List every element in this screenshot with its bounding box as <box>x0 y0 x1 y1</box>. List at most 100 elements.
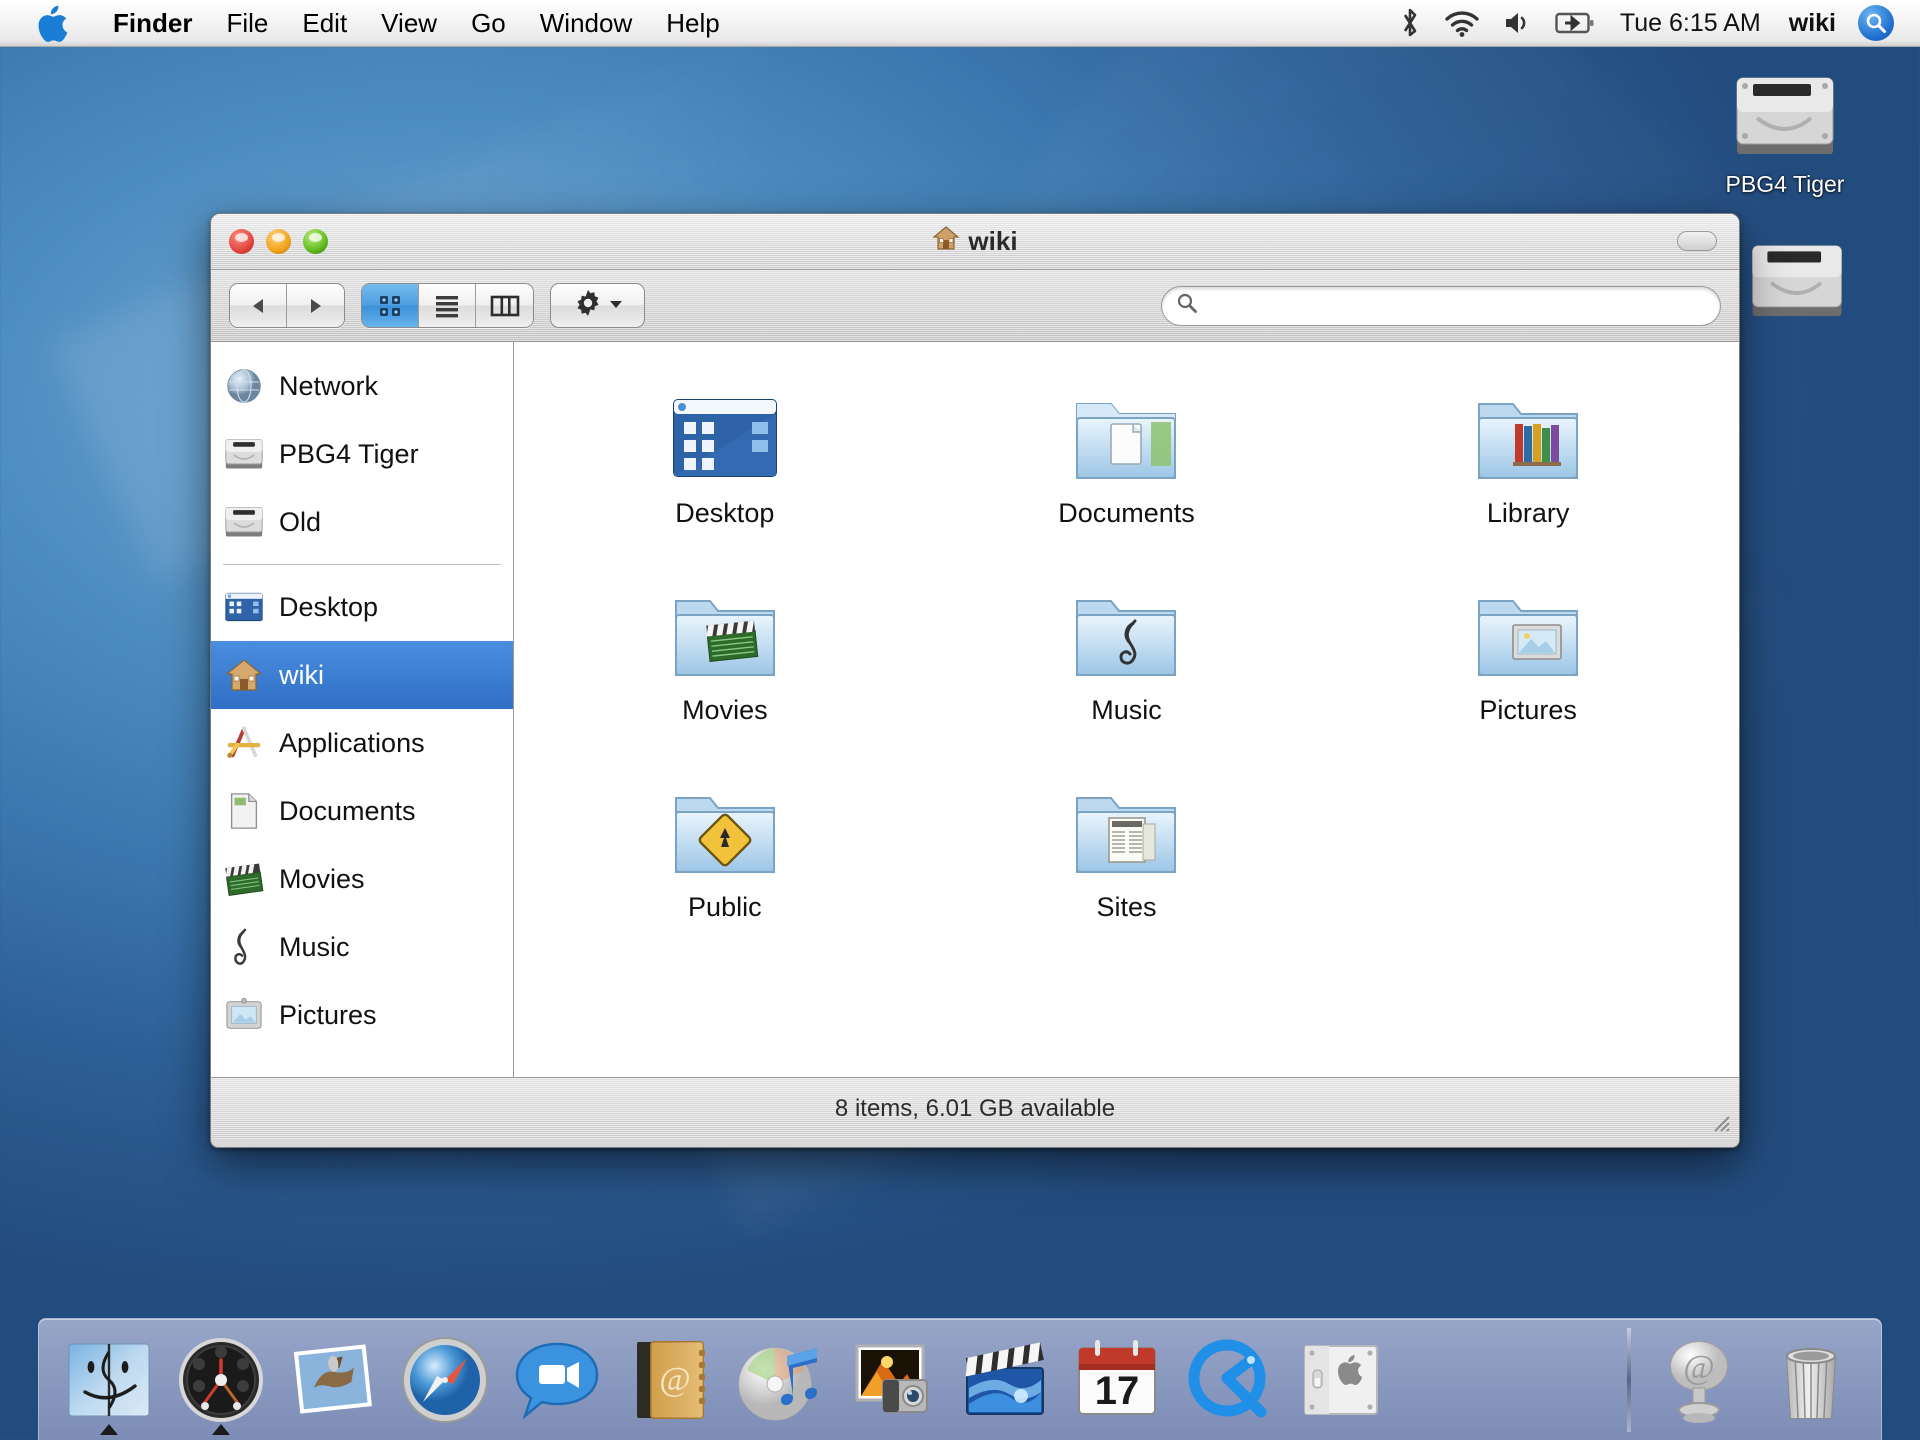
menu-file[interactable]: File <box>209 0 285 47</box>
svg-text:@: @ <box>1683 1349 1714 1386</box>
sidebar-item-wiki[interactable]: wiki <box>211 641 513 709</box>
volume-icon[interactable] <box>1503 9 1533 37</box>
list-view-button[interactable] <box>419 284 476 327</box>
sidebar-item-pbg4-tiger[interactable]: PBG4 Tiger <box>211 420 513 488</box>
file-item-label: Documents <box>1058 498 1195 528</box>
menu-go[interactable]: Go <box>454 0 523 47</box>
gear-icon <box>572 287 604 324</box>
dock-item-itunes[interactable] <box>725 1324 837 1436</box>
wifi-icon[interactable] <box>1443 8 1481 38</box>
search-input[interactable] <box>1206 294 1706 317</box>
finder-window[interactable]: wiki Network PBG4 Tiger Old Desktop wiki… <box>210 213 1740 1148</box>
window-title: wiki <box>211 224 1739 259</box>
menu-edit[interactable]: Edit <box>285 0 364 47</box>
iphoto-icon <box>845 1332 941 1428</box>
status-text: 8 items, 6.01 GB available <box>834 1094 1116 1122</box>
file-item-pictures[interactable]: Pictures <box>1327 563 1729 726</box>
sidebar-item-desktop[interactable]: Desktop <box>211 573 513 641</box>
sidebar-item-pictures[interactable]: Pictures <box>211 981 513 1049</box>
forward-button[interactable] <box>287 284 344 327</box>
dock-item-ichat[interactable] <box>501 1324 613 1436</box>
menu-finder[interactable]: Finder <box>96 0 209 47</box>
toolbar-toggle-button[interactable] <box>1677 231 1717 251</box>
file-item-label: Public <box>688 892 762 922</box>
file-item-desktop[interactable]: Desktop <box>524 366 926 529</box>
file-item-movies[interactable]: Movies <box>524 563 926 726</box>
file-item-public[interactable]: Public <box>524 760 926 923</box>
icon-view-button[interactable] <box>362 284 419 327</box>
running-indicator <box>100 1424 118 1435</box>
dock-item-safari[interactable] <box>389 1324 501 1436</box>
sidebar-resize-handle[interactable] <box>211 642 213 668</box>
sidebar-item-movies[interactable]: Movies <box>211 845 513 913</box>
file-item-label: Movies <box>682 695 768 725</box>
public-folder-icon <box>524 760 926 882</box>
dock-item-iphoto[interactable] <box>837 1324 949 1436</box>
dock-item-ical[interactable]: 17 <box>1061 1324 1173 1436</box>
menu-help[interactable]: Help <box>649 0 736 47</box>
search-field[interactable] <box>1161 285 1721 326</box>
dock-item-finder[interactable] <box>53 1324 165 1436</box>
chevron-down-icon <box>608 297 624 315</box>
spotlight-search-icon[interactable] <box>1858 5 1894 41</box>
window-titlebar[interactable]: wiki <box>211 214 1739 270</box>
dock-item-system-preferences[interactable] <box>1285 1324 1397 1436</box>
dock-item-address-book[interactable]: @ <box>613 1324 725 1436</box>
file-item-library[interactable]: Library <box>1327 366 1729 529</box>
search-icon <box>1176 292 1198 319</box>
hard-drive-icon <box>223 501 265 543</box>
documents-folder-icon <box>926 366 1328 488</box>
sidebar-item-network[interactable]: Network <box>211 352 513 420</box>
dock-item-dashboard[interactable] <box>165 1324 277 1436</box>
file-item-music[interactable]: Music <box>926 563 1328 726</box>
file-item-label: Pictures <box>1479 695 1577 725</box>
dock-right-section: @ <box>1615 1324 1867 1436</box>
running-indicator <box>212 1424 230 1435</box>
dock-item-quicktime[interactable] <box>1173 1324 1285 1436</box>
sidebar-item-label: Desktop <box>279 591 379 622</box>
column-view-button[interactable] <box>476 284 533 327</box>
sidebar-item-applications[interactable]: Applications <box>211 709 513 777</box>
sidebar-item-label: Movies <box>279 863 365 894</box>
resize-grip-icon[interactable] <box>1707 1109 1733 1135</box>
back-button[interactable] <box>230 284 287 327</box>
desktop-icon-drive-2[interactable] <box>1722 238 1872 333</box>
system-preferences-icon <box>1293 1332 1389 1428</box>
home-icon <box>932 224 961 259</box>
sidebar-item-old[interactable]: Old <box>211 488 513 556</box>
menu-view[interactable]: View <box>364 0 454 47</box>
desktop-icon-label: PBG4 Tiger <box>1725 171 1845 197</box>
sidebar-item-label: Applications <box>279 727 425 758</box>
dock-item-trash[interactable] <box>1755 1324 1867 1436</box>
sidebar-item-label: Music <box>279 931 350 962</box>
sidebar-item-label: wiki <box>279 659 324 690</box>
file-item-label: Music <box>1091 695 1162 725</box>
sidebar-item-music[interactable]: Music <box>211 913 513 981</box>
menu-bar-clock[interactable]: Tue 6:15 AM <box>1620 9 1761 38</box>
sites-folder-icon <box>926 760 1328 882</box>
bluetooth-icon[interactable] <box>1399 6 1421 40</box>
itunes-icon <box>733 1332 829 1428</box>
ical-day-text: 17 <box>1095 1369 1140 1413</box>
music-folder-icon <box>926 563 1328 685</box>
menu-window[interactable]: Window <box>523 0 649 47</box>
battery-icon[interactable] <box>1555 11 1595 35</box>
file-item-label: Desktop <box>675 498 775 528</box>
file-list-area[interactable]: Desktop Documents Library Movies Music P… <box>514 342 1739 1077</box>
dock-item-mail[interactable] <box>277 1324 389 1436</box>
file-item-label: Sites <box>1096 892 1157 922</box>
dock[interactable]: @ 17 @ <box>38 1318 1882 1440</box>
music-note-icon <box>223 926 265 968</box>
menu-bar-user[interactable]: wiki <box>1789 9 1836 38</box>
dock-item-imovie[interactable] <box>949 1324 1061 1436</box>
sidebar-item-documents[interactable]: Documents <box>211 777 513 845</box>
desktop-icon-drive-1[interactable]: PBG4 Tiger <box>1710 70 1860 198</box>
status-bar: 8 items, 6.01 GB available <box>211 1077 1739 1139</box>
action-menu-button[interactable] <box>550 283 645 328</box>
file-item-sites[interactable]: Sites <box>926 760 1328 923</box>
desktop-folder-icon <box>524 366 926 488</box>
file-item-documents[interactable]: Documents <box>926 366 1328 529</box>
pictures-frame-icon <box>223 994 265 1036</box>
dock-item-internet[interactable]: @ <box>1643 1324 1755 1436</box>
apple-logo-icon[interactable] <box>38 5 70 42</box>
